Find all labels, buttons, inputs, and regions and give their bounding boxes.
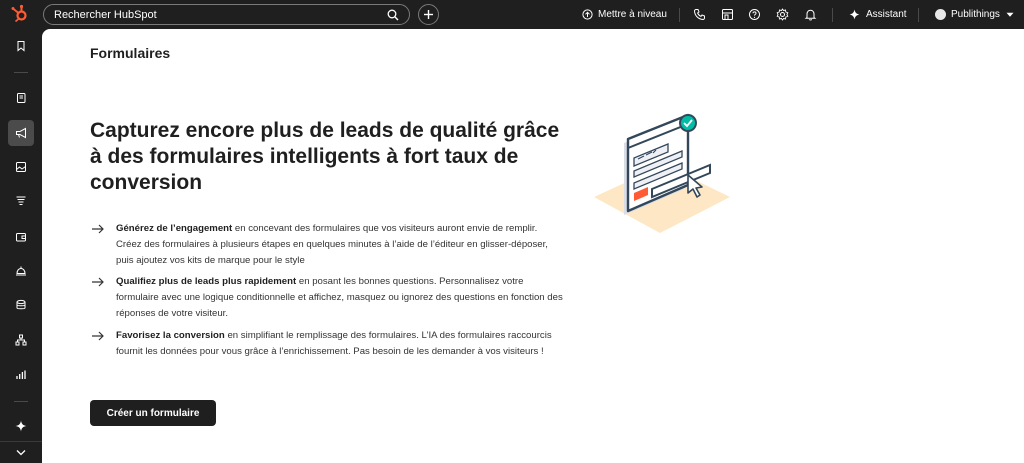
sidebar-divider — [14, 401, 28, 402]
topbar-divider — [679, 8, 680, 22]
sidebar-item-marketing[interactable] — [8, 120, 34, 146]
workflow-icon — [15, 334, 27, 346]
upgrade-arrow-icon — [582, 9, 593, 20]
sidebar-item-data-management[interactable] — [8, 292, 34, 318]
arrow-right-icon — [92, 224, 104, 234]
help-icon[interactable] — [748, 8, 761, 21]
sales-funnel-icon — [16, 196, 26, 206]
feature-text: Générez de l’engagement en concevant des… — [116, 221, 564, 269]
contacts-book-icon — [17, 93, 26, 103]
sidebar-item-commerce[interactable] — [8, 224, 34, 250]
sidebar-item-automation[interactable] — [8, 327, 34, 353]
sidebar-divider — [14, 72, 28, 73]
left-sidebar — [0, 29, 42, 463]
feature-title: Générez de l’engagement — [116, 223, 233, 234]
sparkle-icon — [15, 420, 27, 432]
search-icon[interactable] — [387, 9, 399, 21]
marketing-headline: Capturez encore plus de leads de qualité… — [90, 119, 560, 194]
notification-bell-icon[interactable] — [804, 8, 817, 21]
sidebar-item-service[interactable] — [8, 258, 34, 284]
chevron-down-icon — [1006, 12, 1014, 17]
hubspot-logo-icon[interactable] — [10, 4, 30, 24]
account-menu[interactable]: Publithings — [935, 0, 1014, 29]
feature-text: Qualifiez plus de leads plus rapidement … — [116, 274, 564, 322]
upgrade-label: Mettre à niveau — [598, 9, 667, 20]
feature-text: Favorisez la conversion en simplifiant l… — [116, 328, 564, 360]
sidebar-item-reporting[interactable] — [8, 362, 34, 388]
database-icon — [16, 299, 26, 310]
sidebar-expand-button[interactable] — [0, 441, 42, 463]
global-search-box[interactable] — [43, 4, 410, 25]
top-navigation-bar: Mettre à niveau Assistant Publithings — [0, 0, 1024, 29]
feature-title: Favorisez la conversion — [116, 330, 225, 341]
feature-title: Qualifiez plus de leads plus rapidement — [116, 276, 297, 287]
assistant-button[interactable]: Assistant — [849, 0, 907, 29]
arrow-right-icon — [92, 331, 104, 341]
create-new-button[interactable] — [418, 4, 439, 25]
main-content: Formulaires Capturez encore plus de lead… — [42, 29, 1024, 463]
marketplace-icon[interactable] — [721, 8, 734, 21]
content-image-icon — [16, 162, 26, 172]
sidebar-item-content[interactable] — [8, 154, 34, 180]
megaphone-icon — [15, 127, 26, 139]
account-name: Publithings — [951, 9, 1000, 20]
bookmark-icon — [17, 41, 25, 52]
sidebar-item-crm[interactable] — [8, 85, 34, 111]
plus-icon — [424, 10, 433, 19]
gear-icon[interactable] — [776, 8, 789, 21]
sidebar-item-sales[interactable] — [8, 188, 34, 214]
sidebar-item-bookmarks[interactable] — [8, 33, 34, 59]
topbar-divider — [918, 8, 919, 22]
arrow-right-icon — [92, 277, 104, 287]
assistant-label: Assistant — [866, 9, 907, 20]
service-bell-icon — [16, 266, 26, 276]
topbar-divider — [832, 8, 833, 22]
sparkle-icon — [849, 9, 860, 20]
bar-chart-icon — [16, 370, 26, 379]
upgrade-button[interactable]: Mettre à niveau — [582, 0, 667, 29]
avatar — [935, 9, 946, 20]
create-form-button[interactable]: Créer un formulaire — [90, 400, 216, 426]
wallet-icon — [16, 233, 26, 242]
chevron-down-icon — [16, 450, 26, 456]
phone-icon[interactable] — [693, 8, 706, 21]
sidebar-item-breeze[interactable] — [8, 413, 34, 439]
page-title: Formulaires — [90, 45, 171, 61]
search-input[interactable] — [54, 5, 374, 24]
form-illustration — [594, 113, 730, 233]
